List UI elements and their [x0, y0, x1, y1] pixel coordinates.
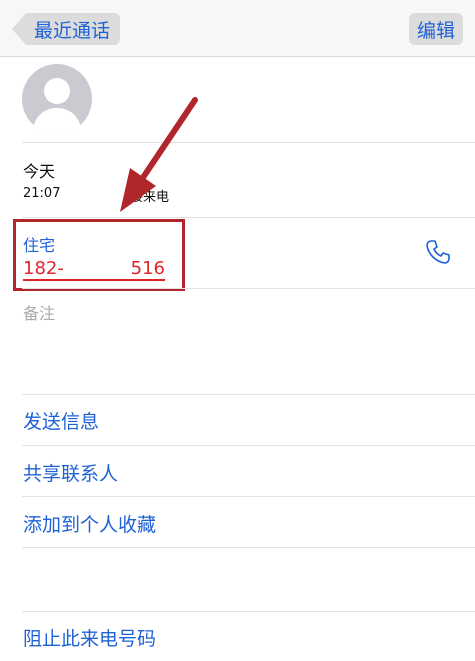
divider: [22, 142, 475, 143]
block-caller-button[interactable]: 阻止此来电号码: [23, 624, 156, 651]
recent-call-day: 今天: [23, 162, 56, 181]
notes-label[interactable]: 备注: [23, 300, 55, 324]
add-to-favorites-button[interactable]: 添加到个人收藏: [23, 510, 156, 537]
recent-call-time: 21:07: [23, 186, 61, 201]
edit-button-label: 编辑: [416, 19, 455, 42]
divider: [22, 547, 475, 548]
phone-call-icon[interactable]: [424, 238, 452, 266]
divider: [22, 288, 475, 289]
avatar: [22, 64, 92, 134]
edit-button[interactable]: 编辑: [408, 13, 463, 45]
nav-bar: 最近通话 编辑: [0, 0, 475, 57]
divider: [22, 394, 475, 395]
share-contact-button[interactable]: 共享联系人: [23, 459, 118, 486]
divider: [22, 496, 475, 497]
divider: [22, 611, 475, 612]
send-message-button[interactable]: 发送信息: [23, 407, 99, 434]
highlight-box: [13, 219, 185, 291]
back-button-label: 最近通话: [34, 19, 111, 42]
person-silhouette-icon: [32, 78, 82, 134]
divider: [22, 217, 475, 218]
divider: [22, 445, 475, 446]
recent-call-type: 接来电: [130, 190, 170, 205]
back-button[interactable]: 最近通话: [12, 13, 121, 45]
